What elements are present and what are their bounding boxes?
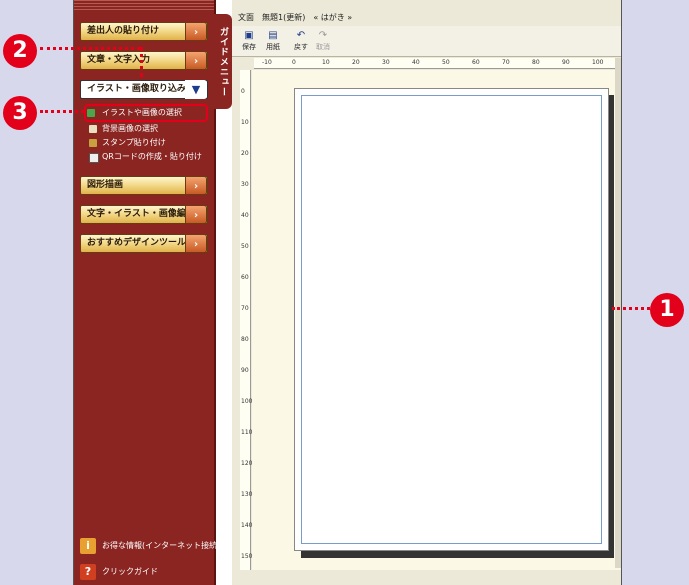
paper-label: 用紙 xyxy=(266,43,280,51)
guide-menu-sidebar: 差出人の貼り付け › 文章・文字入力 › イラスト・画像取り込み ▼ イラストや… xyxy=(74,0,220,585)
callout-1: 1 xyxy=(650,293,684,327)
submenu-label: イラストや画像の選択 xyxy=(102,108,182,117)
submenu-select-illustration[interactable]: イラストや画像の選択 xyxy=(84,104,208,122)
image-import-submenu: イラストや画像の選択 背景画像の選択 スタンプ貼り付け QRコードの作成・貼り付… xyxy=(84,104,208,164)
paper-icon: ▤ xyxy=(268,30,278,41)
menu-sender-paste[interactable]: 差出人の貼り付け › xyxy=(80,22,208,41)
chevron-right-icon: › xyxy=(185,234,207,253)
ruler-tick-label: 70 xyxy=(241,305,249,312)
ruler-tick-label: 100 xyxy=(592,59,604,66)
save-icon: ▣ xyxy=(244,30,254,41)
editor-area: 文面 無題1(更新) « はがき » ▣ 保存 ▤ 用紙 ↶ 戻す ↷ 取消 -… xyxy=(232,0,621,585)
menu-label: おすすめデザインツール xyxy=(87,238,187,248)
menu-design-tools[interactable]: おすすめデザインツール › xyxy=(80,234,208,253)
menu-image-import[interactable]: イラスト・画像取り込み ▼ xyxy=(80,80,208,99)
horizontal-ruler: -10 0 10 20 30 40 50 60 70 80 90 100 xyxy=(254,58,621,69)
ruler-tick-label: 40 xyxy=(412,59,420,66)
ruler-tick-label: 80 xyxy=(532,59,540,66)
chevron-down-icon: ▼ xyxy=(185,80,207,99)
menu-edit[interactable]: 文字・イラスト・画像編集 › xyxy=(80,205,208,224)
undo-icon: ↶ xyxy=(296,30,306,41)
ruler-tick-label: 130 xyxy=(241,491,253,498)
ruler-tick-label: 10 xyxy=(322,59,330,66)
submenu-qrcode[interactable]: QRコードの作成・貼り付け xyxy=(88,150,208,164)
menu-shape-draw[interactable]: 図形描画 › xyxy=(80,176,208,195)
ruler-tick-label: -10 xyxy=(262,59,272,66)
ruler-tick-label: 50 xyxy=(442,59,450,66)
redo-button[interactable]: ↷ 取消 xyxy=(312,30,334,54)
chevron-right-icon: › xyxy=(185,22,207,41)
ruler-tick-label: 110 xyxy=(241,429,253,436)
callout-1-leader xyxy=(612,307,650,310)
redo-icon: ↷ xyxy=(318,30,328,41)
ruler-tick-label: 0 xyxy=(292,59,296,66)
menu-label: 差出人の貼り付け xyxy=(87,26,160,36)
menu-label: イラスト・画像取り込み xyxy=(87,84,186,94)
printable-area-guide xyxy=(301,95,602,544)
document-title: 文面 無題1(更新) « はがき » xyxy=(238,13,353,22)
vertical-scrollbar[interactable] xyxy=(615,58,621,568)
paper-button[interactable]: ▤ 用紙 xyxy=(262,30,284,54)
undo-label: 戻す xyxy=(294,43,308,51)
chevron-right-icon: › xyxy=(185,176,207,195)
app-window: 差出人の貼り付け › 文章・文字入力 › イラスト・画像取り込み ▼ イラストや… xyxy=(73,0,622,585)
chevron-right-icon: › xyxy=(185,205,207,224)
ruler-tick-label: 10 xyxy=(241,119,249,126)
info-label: お得な情報(インターネット接続) xyxy=(102,541,221,550)
background-icon xyxy=(89,125,97,133)
ruler-tick-label: 50 xyxy=(241,243,249,250)
ruler-tick-label: 140 xyxy=(241,522,253,529)
ruler-tick-label: 30 xyxy=(382,59,390,66)
stamp-icon xyxy=(89,139,97,147)
submenu-label: QRコードの作成・貼り付け xyxy=(102,152,202,161)
submenu-label: スタンプ貼り付け xyxy=(102,138,166,147)
chevron-right-icon: › xyxy=(185,51,207,70)
undo-button[interactable]: ↶ 戻す xyxy=(290,30,312,54)
submenu-stamp-paste[interactable]: スタンプ貼り付け xyxy=(88,136,208,150)
submenu-label: 背景画像の選択 xyxy=(102,124,158,133)
ruler-tick-label: 60 xyxy=(241,274,249,281)
ruler-tick-label: 0 xyxy=(241,88,245,95)
click-guide-link[interactable]: ? クリックガイド xyxy=(80,564,158,580)
callout-3: 3 xyxy=(3,96,37,130)
redo-label: 取消 xyxy=(316,43,330,51)
ruler-tick-label: 90 xyxy=(562,59,570,66)
qrcode-icon xyxy=(89,153,99,163)
menu-label: 図形描画 xyxy=(87,180,124,190)
ruler-tick-label: 120 xyxy=(241,460,253,467)
save-button[interactable]: ▣ 保存 xyxy=(238,30,260,54)
callout-2: 2 xyxy=(3,34,37,68)
save-label: 保存 xyxy=(242,43,256,51)
postcard-page[interactable] xyxy=(294,88,609,551)
ruler-tick-label: 70 xyxy=(502,59,510,66)
ruler-tick-label: 20 xyxy=(352,59,360,66)
illustration-icon xyxy=(87,109,95,117)
ruler-tick-label: 100 xyxy=(241,398,253,405)
guide-menu-tab[interactable]: ガイドメニュー xyxy=(214,14,232,109)
ruler-tick-label: 30 xyxy=(241,181,249,188)
sidebar-decoration xyxy=(74,0,214,10)
vertical-ruler: 0 10 20 30 40 50 60 70 80 90 100 110 120 130 140 150 xyxy=(240,70,253,570)
ruler-tick-label: 150 xyxy=(241,553,253,560)
ruler-tick-label: 60 xyxy=(472,59,480,66)
click-guide-label: クリックガイド xyxy=(102,567,158,576)
menu-label: 文字・イラスト・画像編集 xyxy=(87,209,195,219)
callout-2-leader-vertical xyxy=(140,47,143,77)
toolbar: ▣ 保存 ▤ 用紙 ↶ 戻す ↷ 取消 xyxy=(232,26,621,57)
menu-text-input[interactable]: 文章・文字入力 › xyxy=(80,51,208,70)
help-icon: ? xyxy=(80,564,96,580)
ruler-tick-label: 40 xyxy=(241,212,249,219)
info-icon: i xyxy=(80,538,96,554)
info-link[interactable]: i お得な情報(インターネット接続) xyxy=(80,538,220,554)
callout-2-leader xyxy=(40,47,140,50)
submenu-select-background[interactable]: 背景画像の選択 xyxy=(88,122,208,136)
ruler-tick-label: 20 xyxy=(241,150,249,157)
ruler-tick-label: 80 xyxy=(241,336,249,343)
callout-3-leader xyxy=(40,110,84,113)
ruler-tick-label: 90 xyxy=(241,367,249,374)
